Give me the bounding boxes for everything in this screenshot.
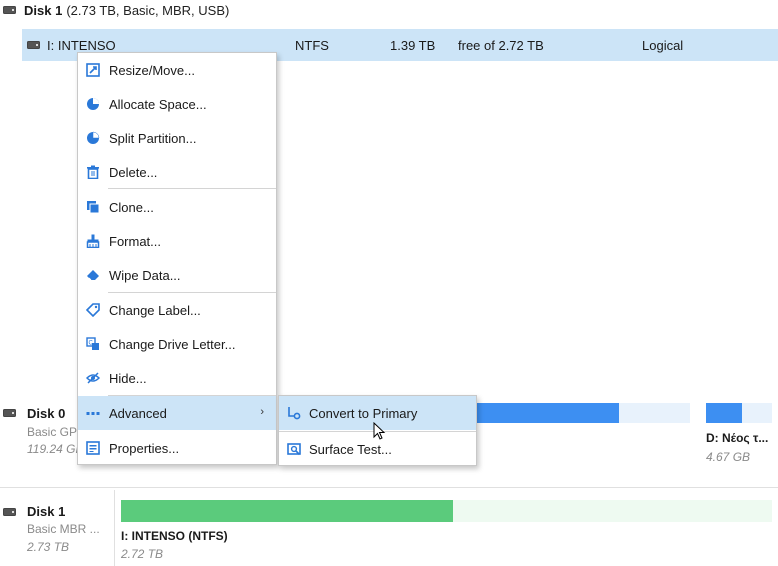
disk1-partition-size: 2.72 TB: [121, 547, 164, 561]
menu-item-change-drive-letter[interactable]: C Change Drive Letter...: [78, 327, 276, 361]
menu-item-change-label[interactable]: Change Label...: [78, 293, 276, 327]
resize-icon: [86, 63, 100, 77]
panel-divider: [0, 487, 778, 488]
menu-item-label: Format...: [109, 234, 162, 249]
disk0-partition-d-label: D: Νέος τ...: [706, 431, 769, 445]
menu-item-properties[interactable]: Properties...: [78, 431, 276, 465]
eraser-icon: [86, 268, 100, 282]
menu-item-label: Delete...: [109, 165, 158, 180]
menu-item-advanced[interactable]: Advanced ›: [78, 396, 276, 430]
menu-separator: [108, 188, 276, 189]
mouse-cursor-icon: [373, 421, 387, 442]
menu-item-resize-move[interactable]: Resize/Move...: [78, 53, 276, 87]
menu-item-label: Hide...: [109, 371, 147, 386]
context-menu: Resize/Move... Allocate Space... Split P…: [77, 52, 277, 465]
partition-type: Logical: [642, 38, 684, 53]
disk-name: Disk 1: [24, 2, 63, 18]
disk0-subtitle: Basic GPT: [27, 425, 85, 439]
hdd-icon: [3, 6, 16, 14]
partition-used: 1.39 TB: [390, 38, 436, 53]
surface-test-icon: [287, 442, 301, 456]
more-dots-icon: [86, 406, 100, 420]
trash-icon: [86, 165, 100, 180]
disk0-partition-d-bar[interactable]: [706, 403, 742, 423]
disk1-hdd-icon: [3, 508, 16, 516]
menu-item-label: Wipe Data...: [109, 268, 181, 283]
partition-name: I: INTENSO: [47, 38, 116, 53]
disk1-partition-label: I: INTENSO (NTFS): [121, 529, 228, 543]
menu-item-label: Properties...: [109, 441, 180, 456]
disk-header: Disk 1 (2.73 TB, Basic, MBR, USB): [0, 0, 778, 20]
menu-item-clone[interactable]: Clone...: [78, 190, 276, 224]
split-pie-icon: [86, 131, 100, 145]
menu-item-label: Clone...: [109, 200, 154, 215]
convert-icon: [287, 406, 301, 420]
menu-item-delete[interactable]: Delete...: [78, 155, 276, 189]
menu-item-label: Change Drive Letter...: [109, 337, 236, 352]
menu-item-format[interactable]: Format...: [78, 224, 276, 258]
submenu-item-label: Surface Test...: [309, 442, 392, 457]
disk0-partition-bar[interactable]: [470, 403, 619, 423]
clone-icon: [86, 200, 100, 214]
partition-hdd-icon: [27, 41, 40, 49]
drive-letter-icon: C: [86, 337, 100, 351]
menu-item-allocate-space[interactable]: Allocate Space...: [78, 87, 276, 121]
disk0-partition-d-bar-free: [742, 403, 772, 423]
menu-item-label: Change Label...: [109, 303, 201, 318]
disk0-partition-bar-free: [619, 403, 690, 423]
eye-hidden-icon: [85, 371, 101, 385]
disk1-size: 2.73 TB: [27, 540, 70, 554]
menu-item-label: Allocate Space...: [109, 97, 207, 112]
menu-item-label: Advanced: [109, 406, 167, 421]
menu-item-hide[interactable]: Hide...: [78, 361, 276, 395]
disk1-title: Disk 1: [27, 504, 66, 519]
disk-info: (2.73 TB, Basic, MBR, USB): [66, 2, 230, 18]
disk0-title: Disk 0: [27, 406, 66, 421]
menu-item-wipe-data[interactable]: Wipe Data...: [78, 258, 276, 292]
format-brush-icon: [86, 234, 100, 249]
tag-icon: [85, 303, 100, 318]
partition-filesystem: NTFS: [295, 38, 329, 53]
disk1-partition-bar-used[interactable]: [121, 500, 453, 522]
chevron-right-icon: ›: [260, 406, 264, 418]
submenu-item-label: Convert to Primary: [309, 406, 418, 421]
menu-item-split-partition[interactable]: Split Partition...: [78, 121, 276, 155]
disk0-hdd-icon: [3, 409, 16, 417]
disk0-size: 119.24 GB: [27, 442, 84, 456]
menu-item-label: Split Partition...: [109, 131, 197, 146]
pie-chart-icon: [86, 97, 100, 111]
disk1-subtitle: Basic MBR ...: [27, 522, 100, 536]
partition-free: free of 2.72 TB: [458, 38, 544, 53]
disk0-partition-d-size: 4.67 GB: [706, 450, 751, 464]
properties-icon: [86, 441, 100, 455]
menu-item-label: Resize/Move...: [109, 63, 195, 78]
